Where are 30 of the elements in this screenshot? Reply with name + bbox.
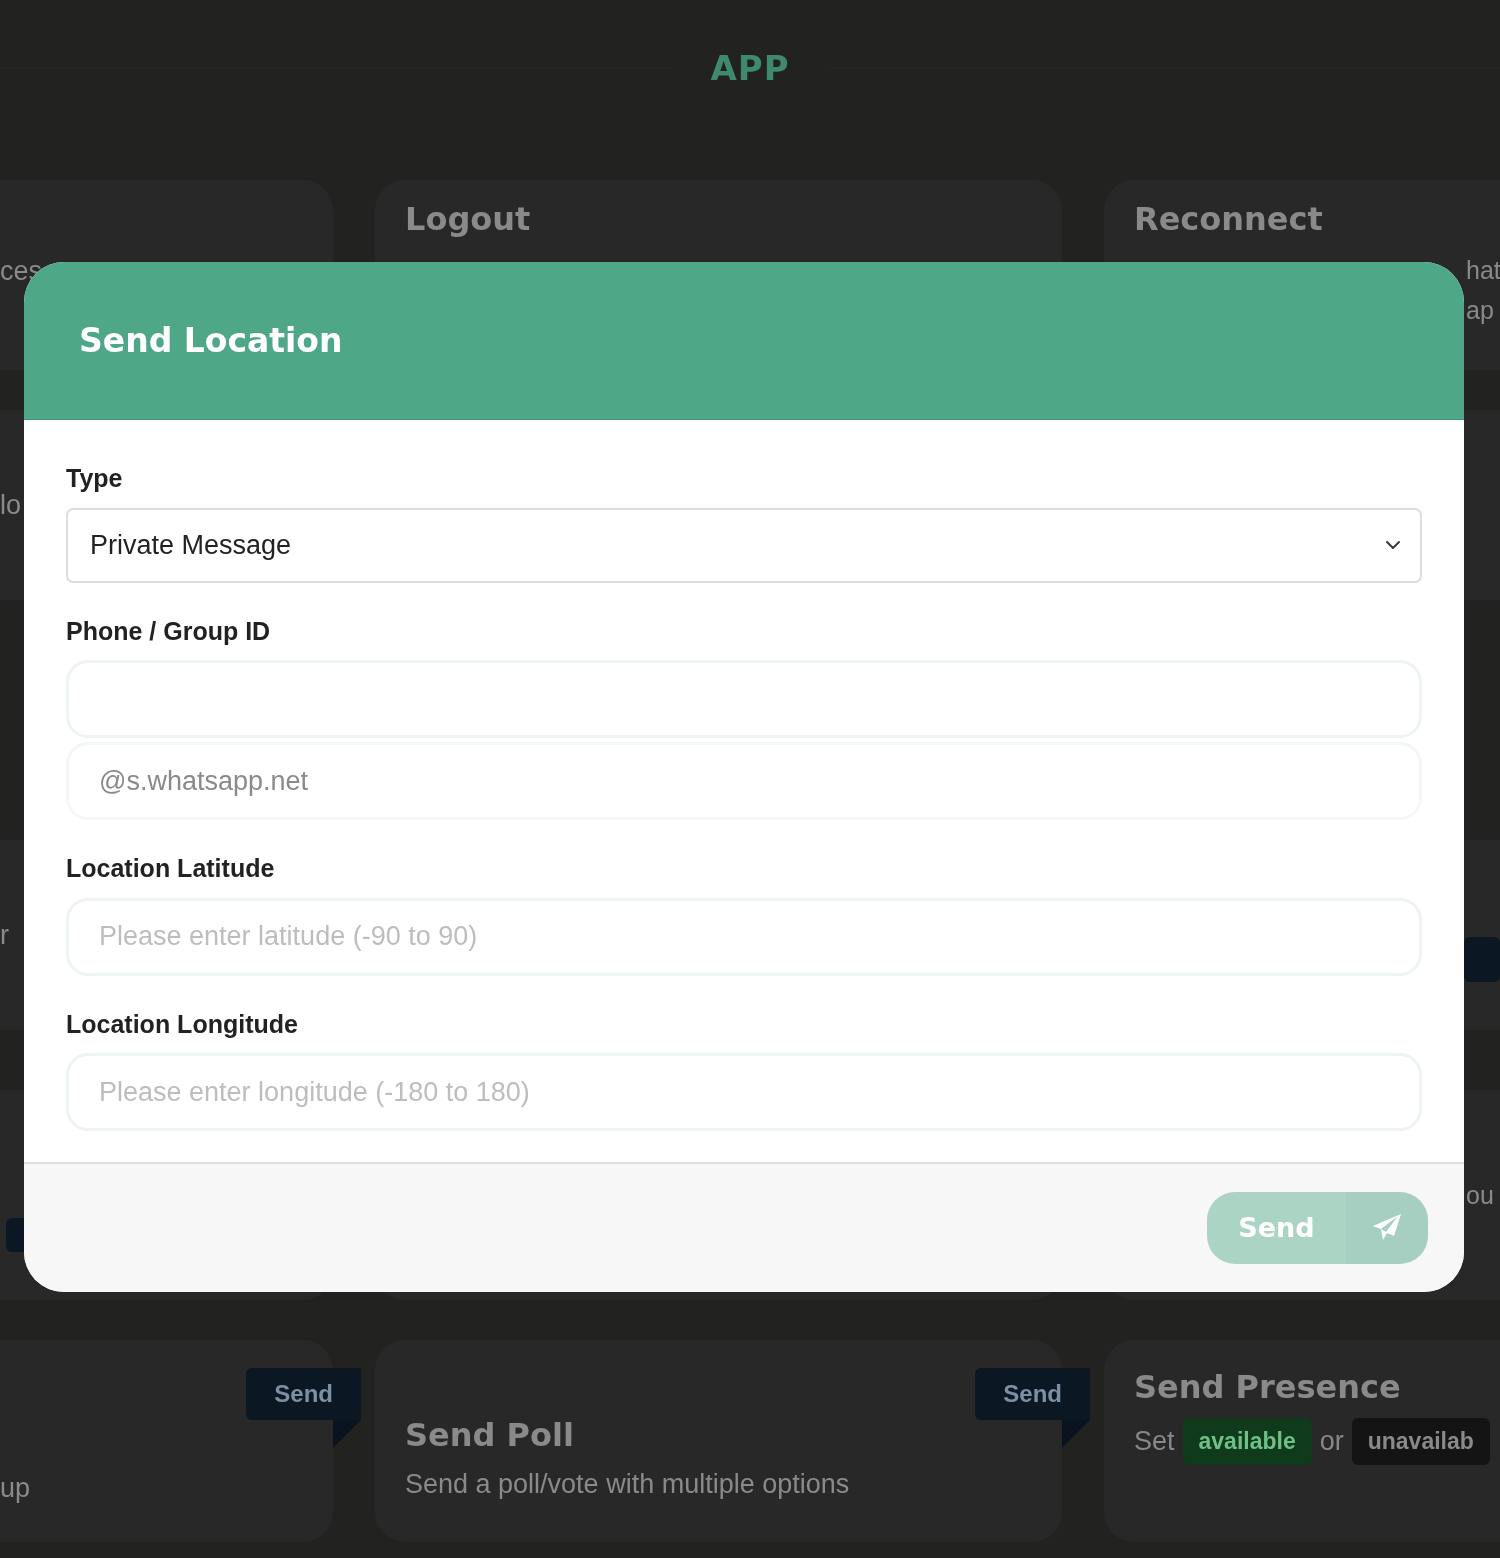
card-title: Logout [405,200,532,239]
page-title: APP [710,47,790,89]
card-title: Send Presence [1134,1368,1402,1407]
text-fragment: lo [0,489,21,522]
text-fragment: ou [1466,1180,1494,1211]
domain-suffix: @s.whatsapp.net [66,742,1422,820]
card-title: Reconnect [1134,200,1324,239]
field-label: Location Latitude [66,853,276,884]
field-label: Location Longitude [66,1008,299,1040]
text-fragment: r [0,919,9,952]
type-select[interactable]: Private Message [66,507,1422,583]
card-text: or [1319,1425,1344,1459]
input-field[interactable]: Please enter latitude (-90 to 90) [66,897,1422,976]
card-title: Send Poll [405,1416,575,1455]
text-fragment: hat [1466,255,1500,287]
status-badge: unavailab [1351,1418,1490,1465]
card-description: Send a poll/vote with multiple options [405,1468,851,1502]
card-button[interactable] [1464,937,1500,982]
input-field[interactable]: Please enter longitude (-180 to 180) [66,1053,1422,1131]
text-fragment: up [0,1472,31,1505]
send-ribbon[interactable]: Send [975,1368,1090,1420]
send-ribbon[interactable]: Send [246,1368,361,1420]
modal-title: Send Location [79,320,343,361]
ribbon-fold [1062,1420,1090,1448]
text-fragment: ap [1466,295,1494,327]
status-badge: available [1182,1418,1312,1465]
field-label: Phone / Group ID [66,615,272,647]
field-label: Type [66,463,124,494]
ribbon-fold [333,1420,361,1448]
card-text: Set [1134,1425,1175,1459]
